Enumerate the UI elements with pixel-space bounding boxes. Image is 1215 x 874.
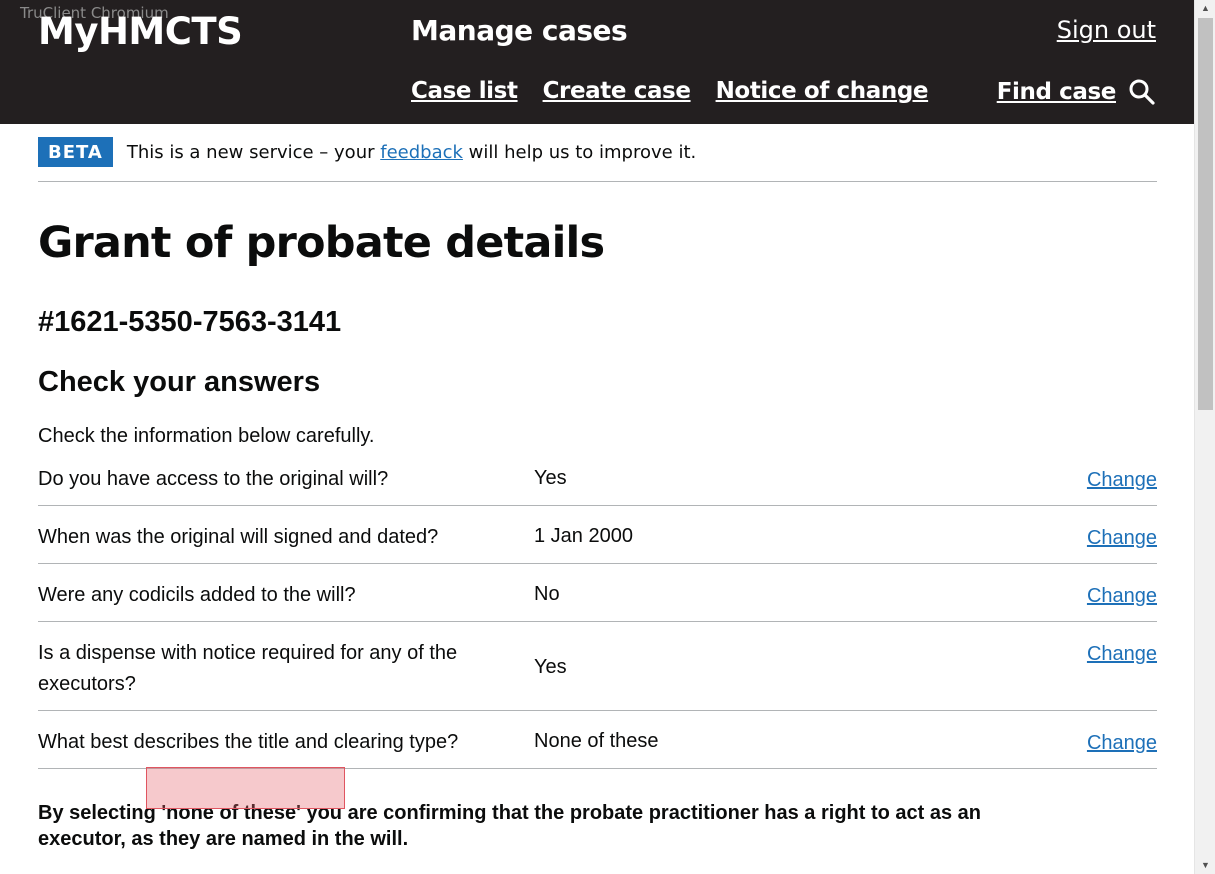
change-link[interactable]: Change	[1087, 585, 1157, 608]
vertical-scrollbar[interactable]: ▲ ▼	[1194, 0, 1215, 874]
change-link[interactable]: Change	[1087, 527, 1157, 550]
beta-text-after: will help us to improve it.	[462, 142, 697, 163]
find-case-link[interactable]: Find case	[997, 79, 1117, 105]
case-reference: #1621-5350-7563-3141	[38, 306, 342, 338]
intro-text: Check the information below carefully.	[38, 425, 375, 447]
answer-row: Were any codicils added to the will? No …	[38, 564, 1157, 622]
beta-message: This is a new service – your feedback wi…	[127, 142, 696, 163]
answer-value: 1 Jan 2000	[534, 525, 633, 547]
answer-value: None of these	[534, 730, 659, 752]
answer-row: What best describes the title and cleari…	[38, 711, 1157, 769]
answer-question: Do you have access to the original will?	[38, 468, 389, 490]
answer-question: Is a dispense with notice required for a…	[38, 642, 458, 695]
answer-value: Yes	[534, 656, 567, 678]
answer-row: Is a dispense with notice required for a…	[38, 622, 1157, 711]
change-link[interactable]: Change	[1087, 469, 1157, 492]
answer-question: What best describes the title and cleari…	[38, 731, 459, 753]
primary-nav: Case list Create case Notice of change	[411, 78, 953, 104]
scroll-thumb[interactable]	[1198, 18, 1213, 410]
change-link[interactable]: Change	[1087, 643, 1157, 666]
sign-out-link[interactable]: Sign out	[1057, 16, 1156, 44]
answer-question: Were any codicils added to the will?	[38, 584, 356, 606]
scroll-down-arrow-icon[interactable]: ▼	[1195, 857, 1215, 874]
service-name[interactable]: Manage cases	[411, 14, 628, 47]
find-case[interactable]: Find case	[997, 78, 1156, 106]
section-title: Check your answers	[38, 366, 321, 398]
answer-row: Do you have access to the original will?…	[38, 457, 1157, 506]
answer-value: Yes	[534, 467, 567, 489]
beta-banner: BETA This is a new service – your feedba…	[38, 137, 1157, 182]
beta-text-before: This is a new service – your	[126, 142, 381, 163]
page-title: Grant of probate details	[38, 218, 605, 268]
scroll-up-arrow-icon[interactable]: ▲	[1195, 0, 1215, 17]
answers-list: Do you have access to the original will?…	[38, 457, 1157, 769]
highlight-box	[146, 767, 345, 809]
answer-value: No	[534, 583, 560, 605]
nav-create-case[interactable]: Create case	[543, 78, 691, 104]
beta-tag: BETA	[38, 137, 113, 167]
logo[interactable]: MyHMCTS	[38, 10, 243, 53]
answer-question: When was the original will signed and da…	[38, 526, 439, 548]
nav-notice-of-change[interactable]: Notice of change	[716, 78, 929, 104]
nav-case-list[interactable]: Case list	[411, 78, 518, 104]
site-header: MyHMCTS Manage cases Sign out Case list …	[0, 0, 1194, 124]
search-icon[interactable]	[1128, 78, 1156, 106]
feedback-link[interactable]: feedback	[380, 142, 463, 163]
change-link[interactable]: Change	[1087, 732, 1157, 755]
answer-row: When was the original will signed and da…	[38, 506, 1157, 564]
